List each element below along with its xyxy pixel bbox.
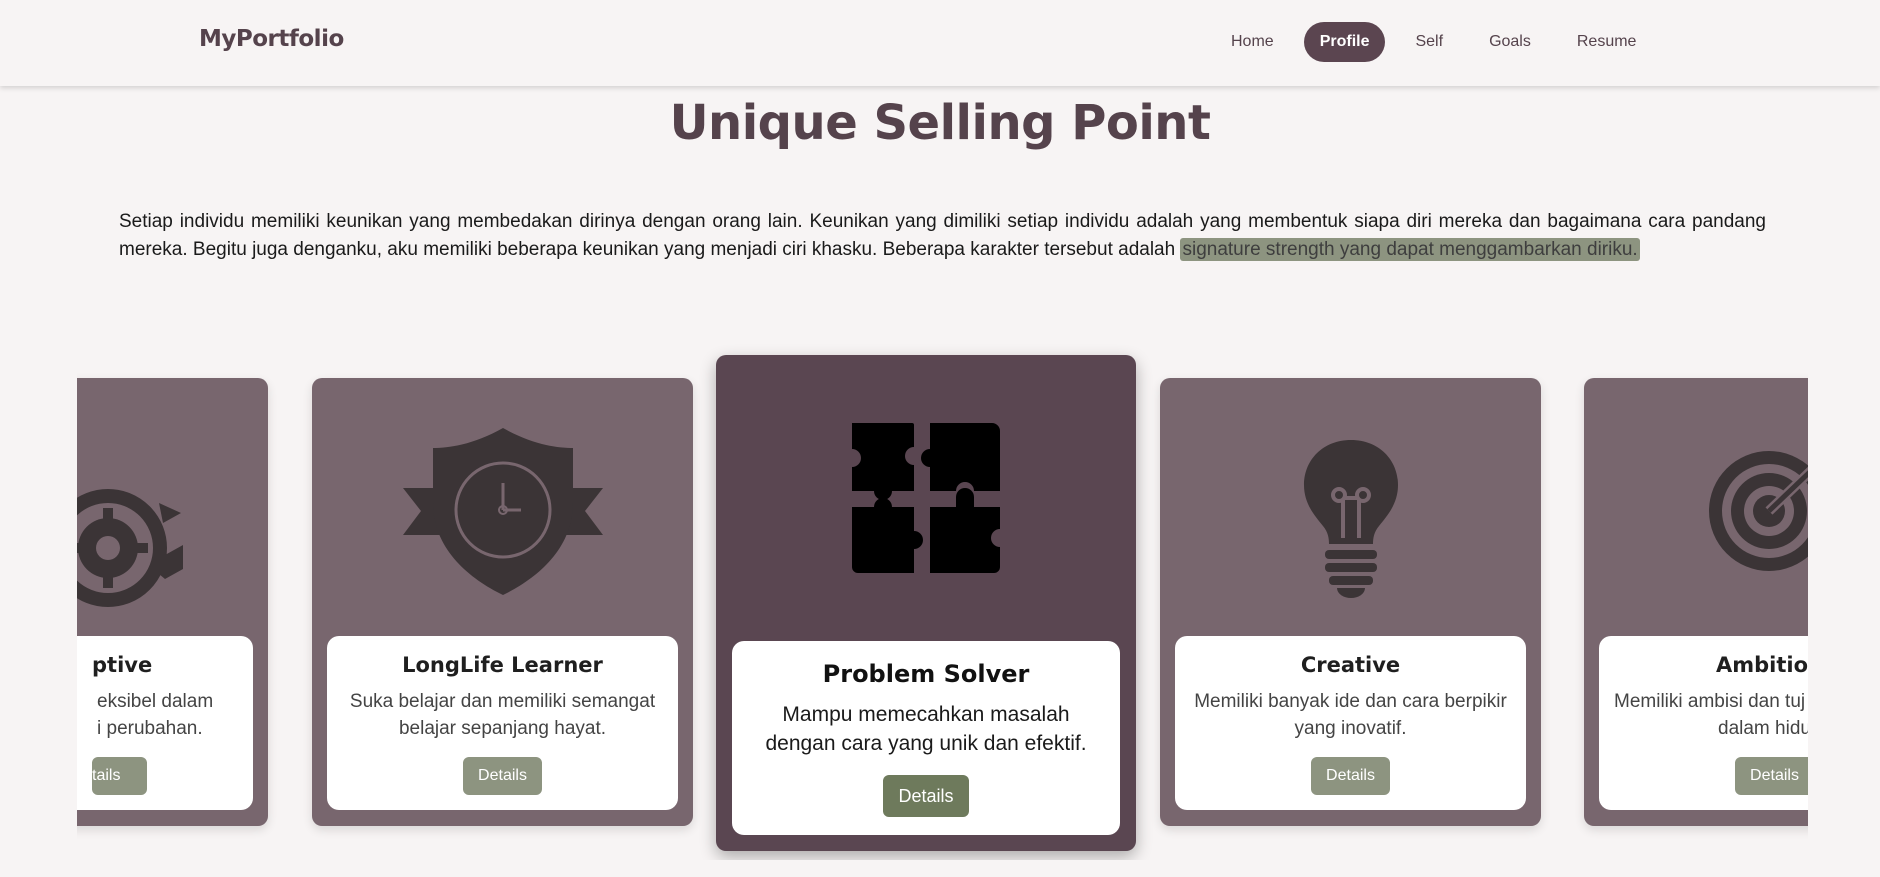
card-desc-line2: i perubahan. bbox=[97, 718, 203, 739]
card-desc-line1: eksibel dalam bbox=[97, 691, 214, 712]
nav-resume[interactable]: Resume bbox=[1561, 22, 1653, 62]
card-title: Ambitiou bbox=[1716, 653, 1808, 677]
usp-card-problem-solver[interactable]: Problem Solver Mampu memecahkan masalah … bbox=[716, 355, 1136, 851]
card-desc-line1: Memiliki banyak ide dan cara berpikir bbox=[1194, 691, 1507, 712]
card-desc-line1: Memiliki ambisi dan tuj bbox=[1614, 691, 1806, 712]
details-button[interactable]: Details bbox=[463, 757, 542, 795]
gear-cycle-icon bbox=[77, 473, 268, 623]
card-body: ptive eksibel dalam i perubahan. tails bbox=[77, 636, 253, 810]
nav-goals[interactable]: Goals bbox=[1473, 22, 1547, 62]
nav-profile[interactable]: Profile bbox=[1303, 22, 1386, 62]
card-title: LongLife Learner bbox=[402, 653, 603, 677]
card-desc-line1: Suka belajar dan memiliki semangat bbox=[349, 691, 656, 712]
navbar: MyPortfolio Home Profile Self Goals Resu… bbox=[0, 0, 1880, 86]
card-body: Problem Solver Mampu memecahkan masalah … bbox=[732, 641, 1120, 835]
puzzle-icon bbox=[716, 419, 1136, 579]
details-button[interactable]: Details bbox=[1311, 757, 1390, 795]
nav-home[interactable]: Home bbox=[1215, 22, 1290, 62]
usp-card-ambitious[interactable]: Ambitiou Memiliki ambisi dan tuj dalam h… bbox=[1584, 378, 1808, 826]
card-body: LongLife Learner Suka belajar dan memili… bbox=[327, 636, 678, 810]
card-desc-line2: belajar sepanjang hayat. bbox=[398, 718, 607, 739]
card-body: Creative Memiliki banyak ide dan cara be… bbox=[1175, 636, 1526, 810]
card-desc-line2: yang inovatif. bbox=[1294, 718, 1407, 739]
intro-highlight: signature strength yang dapat menggambar… bbox=[1180, 238, 1640, 261]
card-desc-line1: Mampu memecahkan masalah bbox=[782, 703, 1070, 726]
details-button[interactable]: Details bbox=[883, 775, 969, 817]
intro-paragraph: Setiap individu memiliki keunikan yang m… bbox=[119, 208, 1766, 264]
card-body: Ambitiou Memiliki ambisi dan tuj dalam h… bbox=[1599, 636, 1808, 810]
target-icon bbox=[1584, 446, 1808, 576]
brand-logo[interactable]: MyPortfolio bbox=[199, 26, 344, 52]
card-title: ptive bbox=[92, 653, 153, 677]
card-title: Problem Solver bbox=[822, 660, 1030, 688]
usp-card-longlife-learner[interactable]: LongLife Learner Suka belajar dan memili… bbox=[312, 378, 693, 826]
card-desc-line2: dalam hidu bbox=[1718, 718, 1808, 739]
nav-self[interactable]: Self bbox=[1399, 22, 1459, 62]
shield-clock-icon bbox=[312, 423, 693, 598]
card-desc-line2: dengan cara yang unik dan efektif. bbox=[765, 732, 1087, 755]
section-title: Unique Selling Point bbox=[669, 95, 1211, 151]
details-button[interactable]: tails bbox=[92, 757, 147, 795]
card-title: Creative bbox=[1300, 653, 1401, 677]
usp-carousel[interactable]: ptive eksibel dalam i perubahan. tails L… bbox=[77, 340, 1808, 860]
usp-card-adaptive[interactable]: ptive eksibel dalam i perubahan. tails bbox=[77, 378, 268, 826]
usp-card-creative[interactable]: Creative Memiliki banyak ide dan cara be… bbox=[1160, 378, 1541, 826]
lightbulb-icon bbox=[1160, 438, 1541, 598]
details-button[interactable]: Details bbox=[1735, 757, 1808, 795]
main-nav: Home Profile Self Goals Resume bbox=[1215, 22, 1666, 62]
